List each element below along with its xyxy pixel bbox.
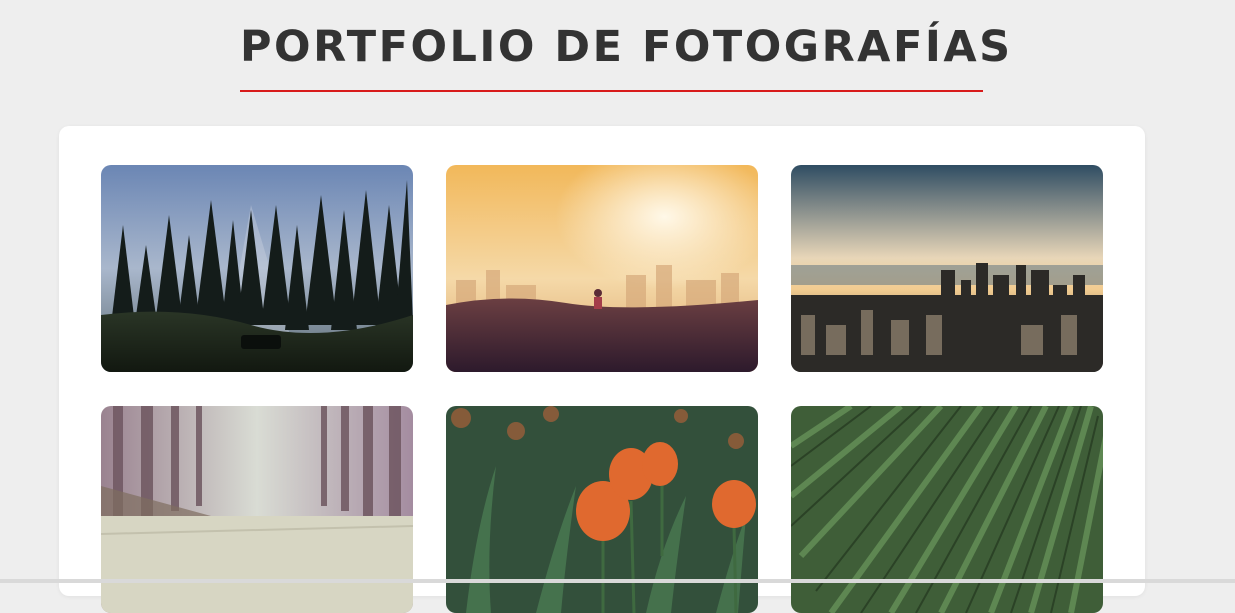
- page-header: PORTFOLIO DE FOTOGRAFÍAS: [0, 0, 1235, 110]
- gallery-card: [59, 126, 1145, 613]
- title-underline: PORTFOLIO DE FOTOGRAFÍAS: [240, 18, 1013, 92]
- forest-silhouette-photo[interactable]: [101, 165, 413, 372]
- city-image: [791, 165, 1103, 372]
- page-title: PORTFOLIO DE FOTOGRAFÍAS: [240, 22, 1013, 72]
- sunset-image: [446, 165, 758, 372]
- sunset-runner-photo[interactable]: [446, 165, 758, 372]
- window-bottom-edge: [0, 579, 1235, 583]
- forest-image: [101, 165, 413, 372]
- city-skyline-photo[interactable]: [791, 165, 1103, 372]
